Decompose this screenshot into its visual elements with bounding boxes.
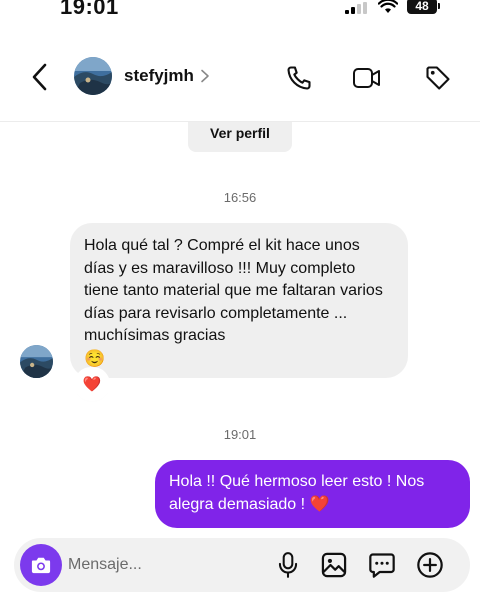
status-bar: 19:01 48 — [0, 0, 480, 22]
wifi-icon — [377, 0, 399, 14]
outgoing-message-bubble[interactable]: Hola !! Qué hermoso leer esto ! Nos aleg… — [155, 460, 470, 528]
incoming-message-bubble[interactable]: Hola qué tal ? Compré el kit hace unos d… — [70, 223, 408, 378]
heart-reaction[interactable]: ❤️ — [76, 369, 108, 399]
audio-call-button[interactable] — [283, 62, 315, 94]
view-profile-button[interactable]: Ver perfil — [188, 122, 292, 152]
label-button[interactable] — [422, 62, 454, 94]
gallery-icon — [321, 552, 347, 578]
microphone-icon — [278, 552, 298, 578]
sticker-button[interactable] — [366, 549, 398, 581]
voice-message-button[interactable] — [272, 549, 304, 581]
username: stefyjmh — [124, 66, 194, 85]
camera-icon — [31, 557, 51, 574]
sender-avatar[interactable] — [20, 345, 53, 378]
battery-indicator: 48 — [407, 0, 440, 14]
status-time: 19:01 — [60, 0, 119, 19]
message-timestamp: 19:01 — [223, 427, 257, 442]
message-timestamp: 16:56 — [223, 190, 257, 205]
incoming-message-text: Hola qué tal ? Compré el kit hace unos d… — [84, 237, 383, 344]
chevron-right-icon — [201, 69, 209, 83]
tag-icon — [426, 66, 450, 90]
phone-icon — [287, 66, 311, 90]
sticker-icon — [369, 553, 395, 578]
outgoing-message-text: Hola !! Qué hermoso leer esto ! Nos aleg… — [169, 473, 425, 513]
add-attachment-button[interactable] — [414, 549, 446, 581]
profile-name-link[interactable]: stefyjmh — [124, 66, 210, 86]
incoming-message-emoji: ☺️ — [84, 348, 106, 368]
outgoing-message-emoji: ❤️ — [309, 495, 330, 513]
message-input[interactable] — [68, 552, 258, 578]
message-composer — [14, 538, 470, 592]
add-icon — [417, 552, 443, 578]
back-arrow-icon — [32, 63, 47, 91]
camera-button[interactable] — [20, 544, 62, 586]
back-button[interactable] — [24, 60, 54, 94]
avatar[interactable] — [74, 57, 112, 95]
cellular-signal-icon — [345, 2, 371, 14]
video-call-button[interactable] — [351, 62, 383, 94]
gallery-button[interactable] — [318, 549, 350, 581]
chat-header: stefyjmh — [0, 40, 480, 114]
video-camera-icon — [353, 68, 380, 88]
